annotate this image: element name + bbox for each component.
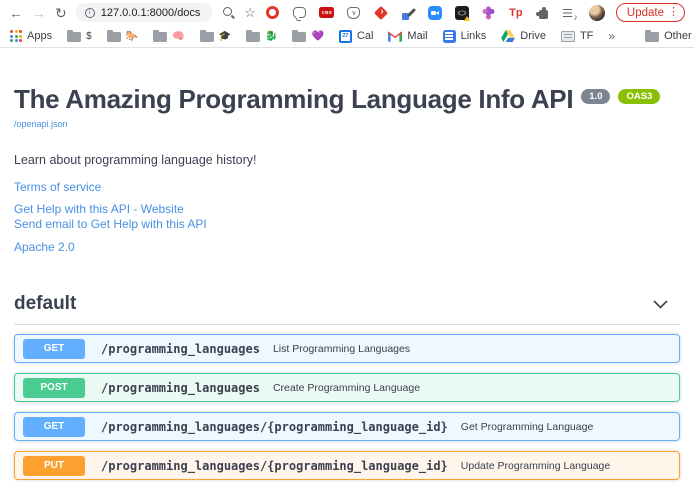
red-circle-extension-icon[interactable] xyxy=(265,5,281,21)
bookmark-folders: $ 🐎 🧠 🎓 🐉 💜 xyxy=(67,30,324,42)
bookmark-links[interactable]: Links xyxy=(443,30,487,43)
calendar-icon: 27 xyxy=(339,30,352,43)
atom-extension-icon[interactable] xyxy=(454,5,470,21)
section-default-header[interactable]: default xyxy=(14,293,680,325)
section-title: default xyxy=(14,293,76,315)
extensions-row: CBS ∨ Tp Update ⋮ xyxy=(265,3,685,22)
endpoint-row[interactable]: GET /programming_languages List Programm… xyxy=(14,334,680,363)
endpoint-row[interactable]: PUT /programming_languages/{programming_… xyxy=(14,451,680,480)
email-link[interactable]: Send email to Get Help with this API xyxy=(14,217,680,232)
endpoint-summary: Create Programming Language xyxy=(273,382,420,394)
page-title: The Amazing Programming Language Info AP… xyxy=(14,85,573,114)
color-picker-extension-icon[interactable] xyxy=(400,5,416,21)
bookmarks-overflow-icon[interactable]: » xyxy=(608,29,615,43)
browser-toolbar: ← → ↻ i 127.0.0.1:8000/docs ☆ CBS ∨ Tp U… xyxy=(0,0,694,25)
endpoint-path: /programming_languages/{programming_lang… xyxy=(101,459,448,473)
tampermonkey-extension-icon[interactable]: Tp xyxy=(508,5,524,21)
profile-avatar[interactable] xyxy=(589,5,605,21)
folder-icon xyxy=(246,32,260,42)
bookmark-tf[interactable]: TF xyxy=(561,30,593,42)
method-badge: PUT xyxy=(23,456,85,476)
swagger-page: The Amazing Programming Language Info AP… xyxy=(0,85,694,485)
bookmark-cal[interactable]: 27 Cal xyxy=(339,30,374,43)
endpoint-summary: Get Programming Language xyxy=(461,421,594,433)
endpoint-row[interactable]: GET /programming_languages/{programming_… xyxy=(14,412,680,441)
version-badge: 1.0 xyxy=(581,89,610,104)
update-button[interactable]: Update ⋮ xyxy=(616,3,685,22)
oas3-badge: OAS3 xyxy=(618,89,660,104)
bookmark-folder[interactable]: 🧠 xyxy=(153,30,184,42)
folder-icon xyxy=(200,32,214,42)
page-info-icon[interactable]: i xyxy=(85,8,95,18)
endpoint-path: /programming_languages xyxy=(101,342,260,356)
endpoint-summary: Update Programming Language xyxy=(461,460,610,472)
back-icon[interactable]: ← xyxy=(9,6,23,20)
links-icon xyxy=(443,30,456,43)
cbs-extension-icon[interactable]: CBS xyxy=(319,5,335,21)
chat-bubble-extension-icon[interactable] xyxy=(292,5,308,21)
bookmark-mail[interactable]: Mail xyxy=(388,30,427,42)
browser-menu-icon[interactable]: ⋮ xyxy=(668,7,679,18)
folder-icon xyxy=(67,32,81,42)
endpoint-summary: List Programming Languages xyxy=(273,343,410,355)
bookmark-folder[interactable]: 🐎 xyxy=(107,30,138,42)
folder-icon xyxy=(292,32,306,42)
red-diamond-extension-icon[interactable] xyxy=(373,5,389,21)
bookmark-folder[interactable]: 💜 xyxy=(292,30,323,42)
chevron-down-icon[interactable] xyxy=(653,300,668,309)
method-badge: POST xyxy=(23,378,85,398)
openapi-spec-link[interactable]: /openapi.json xyxy=(14,119,68,129)
drive-icon xyxy=(501,30,515,42)
folder-icon xyxy=(645,32,659,42)
playlist-extension-icon[interactable] xyxy=(562,5,578,21)
address-bar[interactable]: i 127.0.0.1:8000/docs xyxy=(76,3,212,22)
apps-grid-icon xyxy=(10,30,22,42)
flower-extension-icon[interactable] xyxy=(481,5,497,21)
terms-link[interactable]: Terms of service xyxy=(14,180,680,195)
bookmark-folder[interactable]: 🎓 xyxy=(200,30,231,42)
endpoint-path: /programming_languages xyxy=(101,381,260,395)
method-badge: GET xyxy=(23,339,85,359)
bookmark-folder[interactable]: $ xyxy=(67,30,92,42)
tf-icon xyxy=(561,31,575,42)
bookmark-drive[interactable]: Drive xyxy=(501,30,546,42)
reload-icon[interactable]: ↻ xyxy=(55,6,67,20)
zoom-out-icon[interactable] xyxy=(221,5,235,21)
bookmarks-bar: Apps $ 🐎 🧠 🎓 🐉 xyxy=(0,25,694,48)
bookmark-star-icon[interactable]: ☆ xyxy=(244,6,256,19)
website-link[interactable]: Get Help with this API - Website xyxy=(14,202,680,217)
other-bookmarks[interactable]: Other Bookmarks xyxy=(645,30,694,42)
method-badge: GET xyxy=(23,417,85,437)
endpoint-path: /programming_languages/{programming_lang… xyxy=(101,420,448,434)
puzzle-extension-icon[interactable] xyxy=(535,5,551,21)
pocket-extension-icon[interactable]: ∨ xyxy=(346,5,362,21)
bookmark-folder[interactable]: 🐉 xyxy=(246,30,277,42)
api-description: Learn about programming language history… xyxy=(14,153,680,167)
license-link[interactable]: Apache 2.0 xyxy=(14,240,680,255)
endpoint-row[interactable]: POST /programming_languages Create Progr… xyxy=(14,373,680,402)
forward-icon[interactable]: → xyxy=(32,6,46,20)
endpoint-list: GET /programming_languages List Programm… xyxy=(14,334,680,485)
gmail-icon xyxy=(388,31,402,42)
apps-shortcut[interactable]: Apps xyxy=(10,30,52,42)
url-text[interactable]: 127.0.0.1:8000/docs xyxy=(101,7,201,19)
video-camera-extension-icon[interactable] xyxy=(427,5,443,21)
folder-icon xyxy=(153,32,167,42)
folder-icon xyxy=(107,32,121,42)
